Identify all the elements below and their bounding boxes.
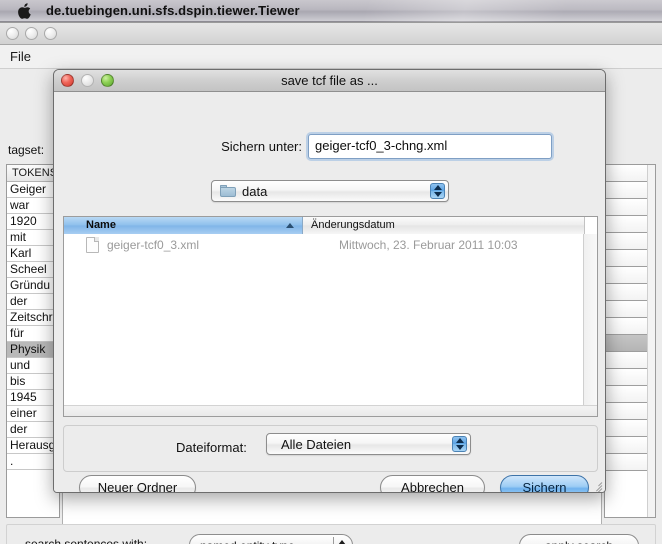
dialog-zoom-button[interactable] bbox=[101, 74, 114, 87]
token-row[interactable]: Geiger bbox=[7, 182, 59, 198]
dialog-titlebar: save tcf file as ... bbox=[54, 70, 605, 92]
file-format-label: Dateiformat: bbox=[176, 440, 247, 455]
zoom-button-inactive[interactable] bbox=[44, 27, 57, 40]
file-row[interactable]: geiger-tcf0_3.xml Mittwoch, 23. Februar 2… bbox=[64, 234, 597, 256]
column-header-modified[interactable]: Änderungsdatum bbox=[303, 217, 585, 234]
dialog-minimize-button bbox=[81, 74, 94, 87]
token-row[interactable]: Scheel bbox=[7, 262, 59, 278]
save-button[interactable]: Sichern bbox=[500, 475, 589, 492]
token-row[interactable]: bis bbox=[7, 374, 59, 390]
apply-search-button[interactable]: apply search bbox=[519, 534, 639, 544]
folder-icon bbox=[220, 185, 236, 197]
minimize-button-inactive[interactable] bbox=[25, 27, 38, 40]
token-row[interactable]: Karl bbox=[7, 246, 59, 262]
new-folder-button[interactable]: Neuer Ordner bbox=[79, 475, 196, 492]
dialog-traffic-lights bbox=[61, 74, 114, 87]
file-icon bbox=[86, 237, 99, 253]
directory-name: data bbox=[242, 183, 268, 199]
file-browser-header: Name Änderungsdatum bbox=[64, 217, 597, 234]
dialog-body: Sichern unter: geiger-tcf0_3-chng.xml da… bbox=[54, 92, 605, 492]
token-row[interactable]: Physik bbox=[7, 342, 59, 358]
file-browser-vertical-scrollbar[interactable] bbox=[583, 234, 597, 416]
token-row[interactable]: mit bbox=[7, 230, 59, 246]
column-header-name-label: Name bbox=[86, 219, 116, 231]
token-row[interactable]: der bbox=[7, 294, 59, 310]
token-row[interactable]: 1945 bbox=[7, 390, 59, 406]
main-window-titlebar bbox=[0, 23, 662, 45]
column-header-name[interactable]: Name bbox=[64, 217, 303, 234]
token-row[interactable]: Herausg bbox=[7, 438, 59, 454]
token-row[interactable]: war bbox=[7, 198, 59, 214]
chevron-updown-icon[interactable] bbox=[452, 436, 467, 452]
search-criterion-value: named entity type bbox=[190, 539, 295, 544]
apple-logo-icon[interactable] bbox=[18, 2, 32, 19]
annotations-table[interactable] bbox=[604, 164, 656, 518]
chevron-updown-icon[interactable] bbox=[333, 537, 349, 544]
file-format-select[interactable]: Alle Dateien bbox=[266, 433, 471, 455]
token-row[interactable]: für bbox=[7, 326, 59, 342]
file-modified-date: Mittwoch, 23. Februar 2011 10:03 bbox=[339, 238, 518, 252]
file-name: geiger-tcf0_3.xml bbox=[107, 238, 200, 252]
cancel-button[interactable]: Abbrechen bbox=[380, 475, 485, 492]
tokens-row-container: Geiger war 1920 mit Karl Scheel Gründu der Zeits… bbox=[7, 182, 59, 470]
menu-bar-app-title: de.tuebingen.uni.sfs.dspin.tiewer.Tiewer bbox=[46, 3, 300, 18]
token-row[interactable]: . bbox=[7, 454, 59, 470]
dialog-close-button[interactable] bbox=[61, 74, 74, 87]
annotations-scrollbar[interactable] bbox=[647, 165, 655, 517]
column-header-modified-label: Änderungsdatum bbox=[311, 219, 395, 231]
token-row[interactable]: und bbox=[7, 358, 59, 374]
sort-ascending-icon bbox=[286, 223, 294, 228]
tokens-column-header[interactable]: TOKENS bbox=[7, 165, 59, 182]
file-browser-horizontal-scrollbar[interactable] bbox=[64, 405, 597, 416]
chevron-updown-icon[interactable] bbox=[430, 183, 445, 199]
search-label: search sentences with: bbox=[25, 537, 148, 544]
save-as-label: Sichern unter: bbox=[221, 139, 302, 154]
save-as-input[interactable]: geiger-tcf0_3-chng.xml bbox=[308, 134, 552, 159]
search-criterion-select[interactable]: named entity type bbox=[189, 534, 353, 544]
file-browser[interactable]: Name Änderungsdatum geiger-tcf0_3.xml Mit… bbox=[63, 216, 598, 417]
file-format-value: Alle Dateien bbox=[281, 436, 352, 452]
app-menu-strip: File bbox=[0, 45, 662, 69]
screen: de.tuebingen.uni.sfs.dspin.tiewer.Tiewer… bbox=[0, 0, 662, 544]
tagset-label: tagset: bbox=[8, 143, 45, 157]
dialog-title: save tcf file as ... bbox=[281, 73, 378, 88]
search-bar: search sentences with: named entity type… bbox=[6, 524, 656, 544]
close-button-inactive[interactable] bbox=[6, 27, 19, 40]
save-file-dialog: save tcf file as ... Sichern unter: geig… bbox=[53, 69, 606, 493]
main-window-traffic-lights bbox=[6, 27, 57, 40]
directory-select[interactable]: data bbox=[211, 180, 449, 202]
tokens-table[interactable]: TOKENS Geiger war 1920 mit Karl Scheel Gründu d… bbox=[6, 164, 60, 518]
token-row[interactable]: 1920 bbox=[7, 214, 59, 230]
mac-menu-bar: de.tuebingen.uni.sfs.dspin.tiewer.Tiewer bbox=[0, 0, 662, 22]
token-row[interactable]: einer bbox=[7, 406, 59, 422]
menu-file[interactable]: File bbox=[0, 47, 39, 66]
file-browser-rows: geiger-tcf0_3.xml Mittwoch, 23. Februar 2… bbox=[64, 234, 597, 256]
token-row[interactable]: der bbox=[7, 422, 59, 438]
dialog-resize-grip[interactable] bbox=[589, 478, 603, 492]
token-row[interactable]: Zeitschr bbox=[7, 310, 59, 326]
token-row[interactable]: Gründu bbox=[7, 278, 59, 294]
